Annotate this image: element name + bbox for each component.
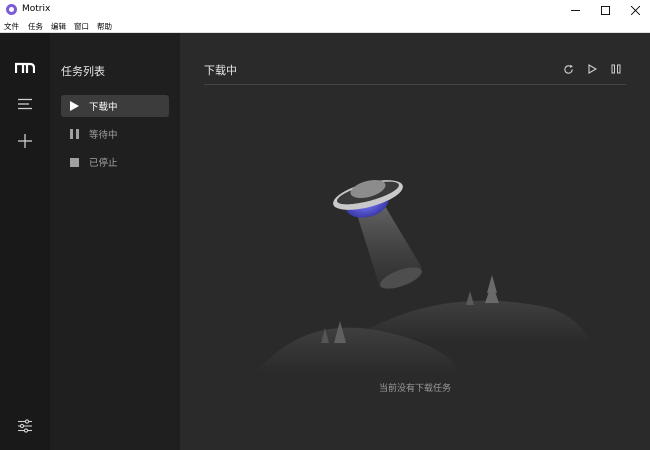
main-panel: 下载中 当前没有下载任务 (180, 33, 650, 450)
pause-icon (69, 129, 79, 139)
resume-all-button[interactable] (584, 61, 600, 77)
sidebar-item-stopped[interactable]: 已停止 (61, 151, 169, 173)
motrix-logo-icon[interactable] (15, 58, 35, 78)
minimize-button[interactable] (560, 0, 590, 20)
menu-file[interactable]: 文件 (4, 21, 19, 32)
title-bar: Motrix (0, 0, 650, 20)
refresh-icon (563, 64, 573, 74)
app-body: 任务列表 下载中 等待中 已停止 下载中 当前没有下载任务 (0, 33, 650, 450)
empty-state-illustration (260, 179, 590, 373)
window-title: Motrix (22, 4, 51, 14)
play-icon (69, 101, 79, 111)
refresh-button[interactable] (560, 61, 576, 77)
sidebar-item-label: 已停止 (89, 158, 118, 169)
maximize-icon (600, 5, 610, 15)
menu-bar: 文件 任务 编辑 窗口 帮助 (0, 20, 650, 33)
icon-rail (0, 33, 50, 450)
task-list-icon[interactable] (15, 94, 35, 114)
close-icon (630, 5, 640, 15)
maximize-button[interactable] (590, 0, 620, 20)
header-divider (204, 84, 626, 85)
pause-all-button[interactable] (608, 61, 624, 77)
stop-icon (69, 157, 79, 167)
sidebar-item-label: 下载中 (89, 102, 118, 113)
minimize-icon (570, 9, 580, 11)
menu-help[interactable]: 帮助 (97, 21, 112, 32)
sidebar-item-label: 等待中 (89, 130, 118, 141)
app-logo-icon (6, 4, 17, 15)
menu-task[interactable]: 任务 (28, 21, 43, 32)
sidebar-heading: 任务列表 (61, 65, 105, 78)
sidebar-item-waiting[interactable]: 等待中 (61, 123, 169, 145)
play-icon (587, 64, 597, 74)
menu-window[interactable]: 窗口 (74, 21, 89, 32)
pause-icon (611, 64, 621, 74)
menu-edit[interactable]: 编辑 (51, 21, 66, 32)
add-task-icon[interactable] (15, 131, 35, 151)
preferences-icon[interactable] (15, 416, 35, 436)
empty-state-text: 当前没有下载任务 (378, 384, 451, 394)
page-title: 下载中 (204, 64, 237, 77)
sidebar-item-downloading[interactable]: 下载中 (61, 95, 169, 117)
task-list-sidebar: 任务列表 下载中 等待中 已停止 (50, 33, 180, 450)
close-button[interactable] (620, 0, 650, 20)
